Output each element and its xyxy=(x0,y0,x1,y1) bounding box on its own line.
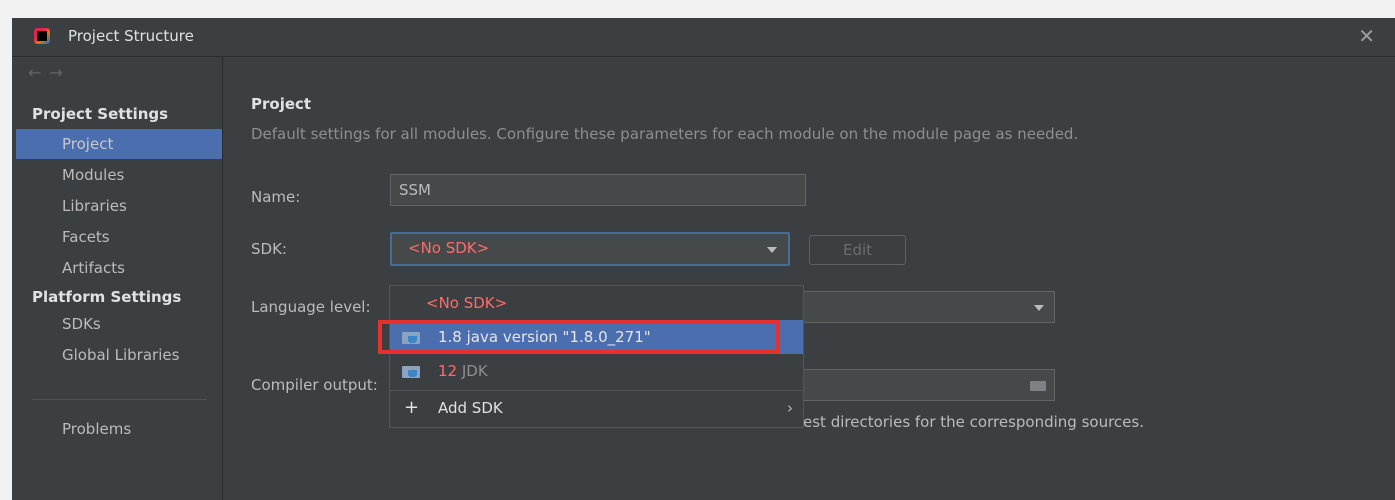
page-description: Default settings for all modules. Config… xyxy=(251,125,1079,143)
no-sdk-label: <No SDK> xyxy=(426,294,508,312)
sidebar-item-libraries[interactable]: Libraries xyxy=(16,191,222,221)
language-level-label: Language level: xyxy=(251,298,371,316)
sdk-selected-value: <No SDK> xyxy=(408,239,490,257)
page-title: Project xyxy=(251,95,312,113)
chevron-down-icon xyxy=(767,247,777,253)
sdk-dropdown[interactable]: <No SDK> xyxy=(390,232,790,266)
compiler-output-label: Compiler output: xyxy=(251,376,378,394)
name-field[interactable]: SSM xyxy=(390,174,806,206)
sdk-label: SDK: xyxy=(251,240,287,258)
compiler-output-field[interactable] xyxy=(790,369,1055,401)
folder-icon xyxy=(1030,381,1046,391)
plus-icon: + xyxy=(404,397,420,418)
app-icon xyxy=(34,28,50,44)
edit-sdk-button[interactable]: Edit xyxy=(809,235,906,265)
title-bar: Project Structure ✕ xyxy=(12,18,1395,57)
sidebar-item-modules[interactable]: Modules xyxy=(16,160,222,190)
sdk-version: 1.8 xyxy=(438,328,462,346)
jdk-folder-icon xyxy=(402,364,420,378)
nav-arrows: ←→ xyxy=(28,63,71,82)
name-label: Name: xyxy=(251,188,301,206)
sidebar-item-artifacts[interactable]: Artifacts xyxy=(16,253,222,283)
add-sdk-item[interactable]: + Add SDK › xyxy=(390,390,803,424)
sdk-version: 12 xyxy=(438,362,458,380)
language-level-dropdown[interactable] xyxy=(790,291,1055,323)
sidebar: ←→ Project Settings Project Modules Libr… xyxy=(12,57,223,500)
jdk-folder-icon xyxy=(402,330,420,344)
main-panel: Project Default settings for all modules… xyxy=(223,57,1395,500)
chevron-down-icon xyxy=(1034,305,1044,311)
sdk-option-1-8[interactable]: 1.8 java version "1.8.0_271" xyxy=(390,320,803,354)
add-sdk-label: Add SDK xyxy=(438,399,503,417)
project-settings-heading: Project Settings xyxy=(32,105,169,123)
sidebar-item-sdks[interactable]: SDKs xyxy=(16,309,222,339)
browse-folder-button[interactable] xyxy=(1020,369,1054,401)
sdk-option-12[interactable]: 12 JDK xyxy=(390,354,803,388)
forward-arrow-icon[interactable]: → xyxy=(49,63,70,82)
sdk-detail: JDK xyxy=(461,362,488,380)
sidebar-item-facets[interactable]: Facets xyxy=(16,222,222,252)
sdk-detail: java version "1.8.0_271" xyxy=(466,328,651,346)
window-title: Project Structure xyxy=(68,27,194,45)
sdk-option-no-sdk[interactable]: <No SDK> xyxy=(390,286,803,320)
sidebar-item-global-libraries[interactable]: Global Libraries xyxy=(16,340,222,370)
sidebar-divider xyxy=(32,399,207,400)
close-icon[interactable]: ✕ xyxy=(1358,24,1375,48)
back-arrow-icon[interactable]: ← xyxy=(28,63,49,82)
project-structure-window: Project Structure ✕ ←→ Project Settings … xyxy=(12,18,1395,500)
sdk-dropdown-list: <No SDK> 1.8 java version "1.8.0_271" 12… xyxy=(389,285,804,428)
chevron-right-icon: › xyxy=(787,399,793,417)
compiler-output-hint: est directories for the corresponding so… xyxy=(803,413,1144,431)
sidebar-item-problems[interactable]: Problems xyxy=(16,414,222,444)
sidebar-item-project[interactable]: Project xyxy=(16,129,222,159)
platform-settings-heading: Platform Settings xyxy=(32,288,182,306)
